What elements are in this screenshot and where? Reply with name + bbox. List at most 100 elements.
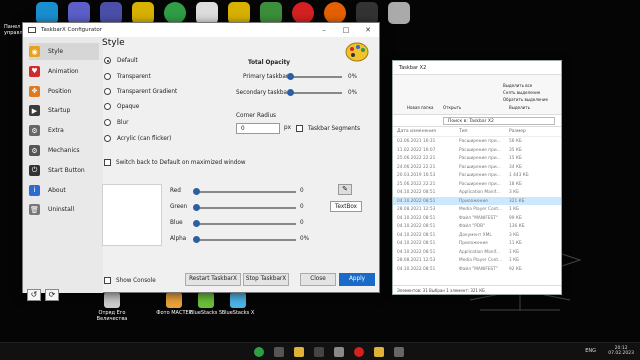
taskbar-segments-checkbox[interactable]: Taskbar Segments xyxy=(296,125,360,132)
textbox-input[interactable]: TextBox xyxy=(330,201,362,212)
warning-icon[interactable] xyxy=(132,2,154,24)
firefox-icon[interactable] xyxy=(324,2,346,24)
file-row[interactable]: 04.10.2022 08:51 Приложение 321 КБ xyxy=(393,196,561,205)
file-row[interactable]: 04.10.2022 08:51 Application Manif... 1 КБ xyxy=(393,248,561,257)
blue-value: 0 xyxy=(300,220,304,226)
edge-icon[interactable] xyxy=(36,2,58,24)
eyedropper-icon[interactable]: ✎ xyxy=(338,184,352,195)
folder-taskbar-icon[interactable] xyxy=(374,347,384,357)
file-icon[interactable] xyxy=(196,2,218,24)
nav-item-label: Animation xyxy=(48,67,79,75)
nav-item-start-button[interactable]: ⏻ Start Button xyxy=(29,162,99,179)
ribbon-open[interactable]: Открыть xyxy=(443,105,461,110)
explorer-search-input[interactable]: Поиск в: Taskbar X2 xyxy=(443,117,555,125)
chrome-taskbar-icon[interactable] xyxy=(254,347,264,357)
style-radio-4[interactable]: Blur xyxy=(104,119,128,126)
style-radio-5[interactable]: Acrylic (can flicker) xyxy=(104,135,171,142)
restart-button[interactable]: Restart TaskbarX xyxy=(185,273,241,286)
nav-item-startup[interactable]: ▶ Startup xyxy=(29,102,99,119)
nav-item-extra[interactable]: ⚙ Extra xyxy=(29,122,99,139)
red-label: Red xyxy=(170,188,181,194)
file-row[interactable]: 28.08.2021 12:53 Media Player Cont... 1 КБ xyxy=(393,205,561,214)
ribbon-select[interactable]: Выделить xyxy=(509,105,530,110)
teams-icon[interactable] xyxy=(68,2,90,24)
column-date[interactable]: Дата изменения xyxy=(397,129,436,134)
file-date: 04.10.2022 08:51 xyxy=(397,232,436,238)
bluestacks-x-icon xyxy=(230,292,246,308)
file-date: 04.10.2022 08:51 xyxy=(397,215,436,221)
terminal-taskbar-icon[interactable] xyxy=(314,347,324,357)
refresh-button[interactable]: ⟳ xyxy=(45,289,59,301)
taskbarx-taskbar-icon[interactable] xyxy=(394,347,404,357)
language-indicator[interactable]: ENG xyxy=(585,348,596,354)
style-radio-3[interactable]: Opaque xyxy=(104,103,139,110)
ribbon-invert[interactable]: Обратить выделение xyxy=(503,97,548,102)
desktop-icon[interactable]: Отряд Его Величества xyxy=(94,292,130,326)
file-row[interactable]: 28.08.2021 12:53 Media Player Cont... 1 КБ xyxy=(393,256,561,265)
file-row[interactable]: 03.06.2021 16:31 Расширение при... 56 КБ xyxy=(393,137,561,146)
file-row[interactable]: 04.10.2022 08:51 Документ XML 3 КБ xyxy=(393,231,561,240)
file-row[interactable]: 25.06.2022 22:21 Расширение при... 18 КБ xyxy=(393,180,561,189)
desktop-icon[interactable]: BlueStacks X xyxy=(220,292,256,326)
alpha-slider[interactable] xyxy=(193,236,296,244)
file-row[interactable]: 25.06.2022 22:21 Расширение при... 15 КБ xyxy=(393,154,561,163)
opera-taskbar-icon[interactable] xyxy=(354,347,364,357)
blue-slider[interactable] xyxy=(193,220,296,228)
nav-item-style[interactable]: ◉ Style xyxy=(29,43,99,60)
alpha-label: Alpha xyxy=(170,236,187,242)
desktop-icon[interactable]: BlueStacks 5 xyxy=(188,292,224,326)
green-slider[interactable] xyxy=(193,204,296,212)
minimize-button[interactable]: – xyxy=(313,23,335,37)
file-date: 04.10.2022 08:51 xyxy=(397,266,436,272)
switch-back-checkbox[interactable]: Switch back to Default on maximized wind… xyxy=(104,159,246,166)
ribbon-select-all[interactable]: Выделить все xyxy=(503,83,532,88)
column-type[interactable]: Тип xyxy=(459,129,468,134)
maximize-button[interactable]: □ xyxy=(335,23,357,37)
stop-button[interactable]: Stop TaskbarX xyxy=(243,273,289,286)
file-type: Документ XML xyxy=(459,232,492,238)
settings-taskbar-icon[interactable] xyxy=(334,347,344,357)
close-button[interactable]: Close xyxy=(300,273,336,286)
file-row[interactable]: 04.10.2022 08:51 Application Manif... 3 КБ xyxy=(393,188,561,197)
primary-opacity-slider[interactable] xyxy=(287,73,342,81)
nav-item-animation[interactable]: ♥ Animation xyxy=(29,63,99,80)
style-radio-1[interactable]: Transparent xyxy=(104,73,151,80)
chrome-icon[interactable] xyxy=(164,2,186,24)
apply-button[interactable]: Apply xyxy=(339,273,375,286)
file-row[interactable]: 11.02.2022 16:07 Расширение при... 35 КБ xyxy=(393,146,561,155)
nav-item-uninstall[interactable]: 🗑 Uninstall xyxy=(29,201,99,218)
taskbarx-icon[interactable] xyxy=(388,2,410,24)
close-window-button[interactable]: ✕ xyxy=(357,23,379,37)
file-row[interactable]: 04.10.2022 08:51 Файл "PDB" 136 КБ xyxy=(393,222,561,231)
show-console-checkbox[interactable]: Show Console xyxy=(104,277,156,284)
file-row[interactable]: 04.10.2022 08:51 Приложение 11 КБ xyxy=(393,239,561,248)
file-row[interactable]: 24.06.2022 22:21 Расширение при... 34 КБ xyxy=(393,163,561,172)
red-slider[interactable] xyxy=(193,188,296,196)
file-row[interactable]: 04.10.2022 08:51 Файл "MANIFEST" 92 КБ xyxy=(393,265,561,274)
radio-indicator xyxy=(104,88,111,95)
nav-item-about[interactable]: i About xyxy=(29,182,99,199)
column-size[interactable]: Размер xyxy=(509,129,526,134)
app-taskbar-icon[interactable] xyxy=(274,347,284,357)
secondary-opacity-slider[interactable] xyxy=(287,89,342,97)
corner-radius-unit: px xyxy=(284,125,291,131)
nav-item-position[interactable]: ✥ Position xyxy=(29,83,99,100)
warning-icon-2[interactable] xyxy=(228,2,250,24)
file-size: 15 КБ xyxy=(509,156,522,161)
ribbon-new-folder[interactable]: Новая папка xyxy=(407,105,434,110)
file-row[interactable]: 20.03.2019 16:53 Расширение при... 1 443 К… xyxy=(393,171,561,180)
corner-radius-input[interactable]: 0 xyxy=(236,123,280,134)
style-radio-2[interactable]: Transparent Gradient xyxy=(104,88,177,95)
style-radio-0[interactable]: Default xyxy=(104,57,138,64)
desktop-icon[interactable]: Фото МАСТЕР xyxy=(156,292,192,326)
opera-icon[interactable] xyxy=(292,2,314,24)
nav-item-mechanics[interactable]: ⚙ Mechanics xyxy=(29,142,99,159)
app-green-icon[interactable] xyxy=(260,2,282,24)
explorer-taskbar-icon[interactable] xyxy=(294,347,304,357)
file-row[interactable]: 04.10.2022 08:51 Файл "MANIFEST" 99 КБ xyxy=(393,214,561,223)
ribbon-deselect[interactable]: Снять выделение xyxy=(503,90,540,95)
app-icon[interactable] xyxy=(100,2,122,24)
clock[interactable]: 20:12 07.02.2023 xyxy=(608,346,634,356)
undo-button[interactable]: ↺ xyxy=(27,289,41,301)
app-dark-icon[interactable] xyxy=(356,2,378,24)
